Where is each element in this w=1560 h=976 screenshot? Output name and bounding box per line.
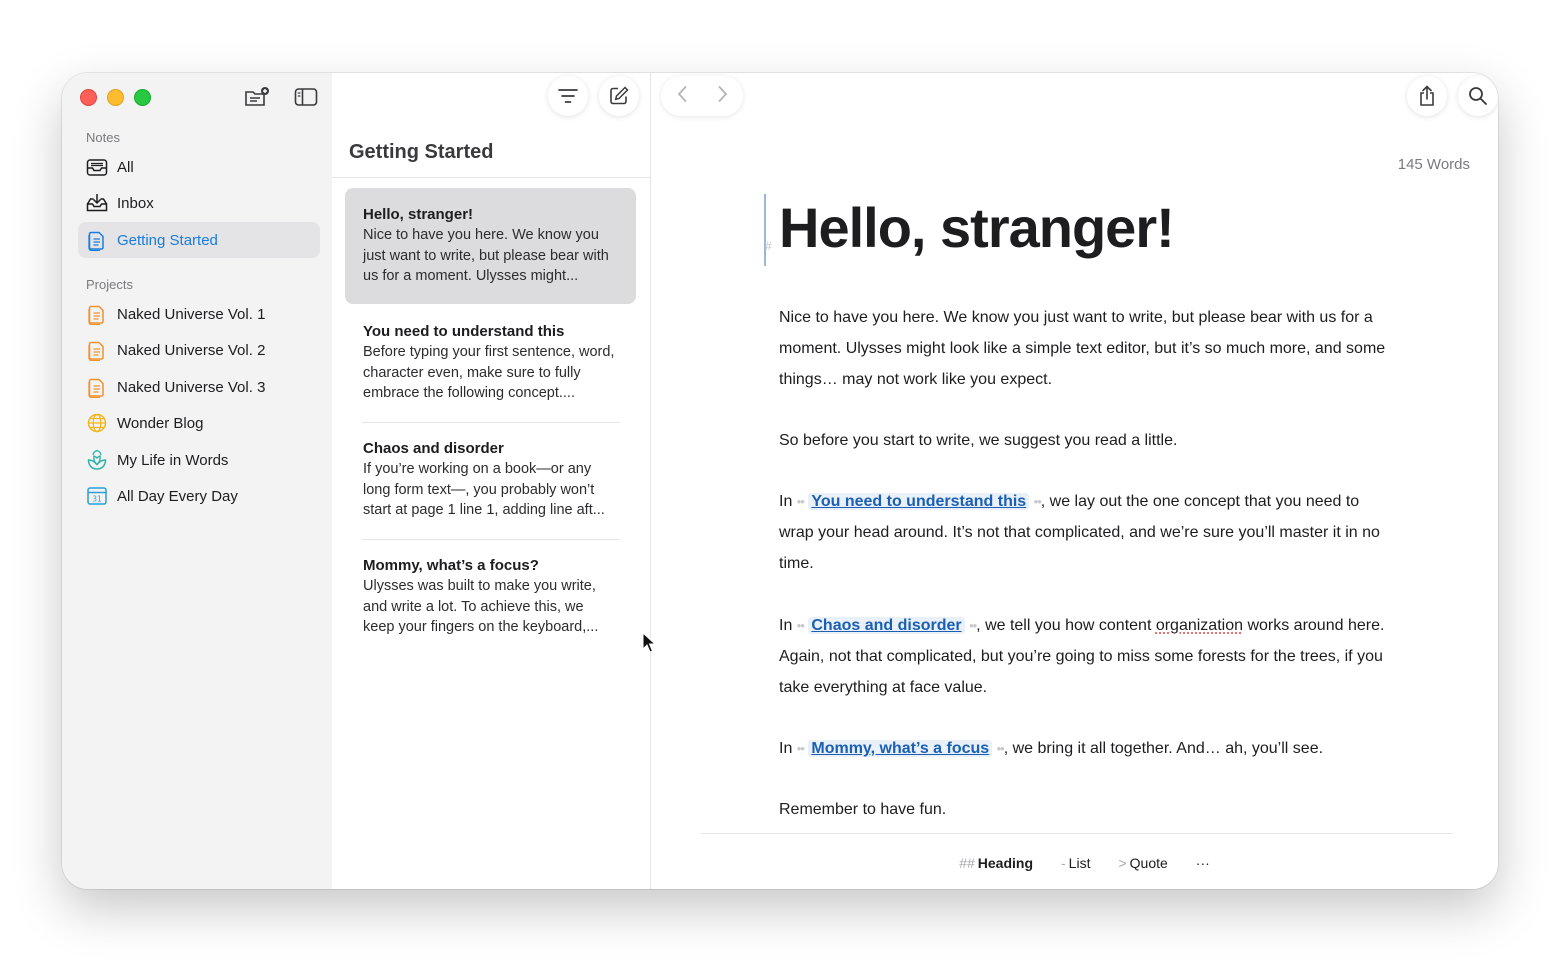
sheet-title: You need to understand this	[363, 323, 565, 340]
new-sheet-button[interactable]	[599, 76, 639, 116]
window-controls	[80, 89, 151, 106]
projects-section-label: Projects	[86, 277, 133, 292]
app-window: Notes All Inbox Getting Started Projects…	[62, 73, 1498, 889]
filter-icon	[558, 89, 578, 103]
close-window-button[interactable]	[80, 89, 97, 106]
sidebar-item-naked-universe-vol-2[interactable]: Naked Universe Vol. 2	[78, 332, 320, 368]
search-icon	[1469, 87, 1487, 105]
search-button[interactable]	[1458, 76, 1498, 116]
sidebar-item-all-day-every-day[interactable]: 31 All Day Every Day	[78, 478, 320, 514]
heading-button[interactable]: ## Heading	[959, 855, 1033, 871]
flower-icon	[86, 449, 108, 471]
paragraph[interactable]: Remember to have fun.	[779, 794, 1389, 825]
globe-icon	[86, 412, 108, 434]
paragraph[interactable]: In •• Mommy, what’s a focus ••, we bring…	[779, 733, 1389, 764]
sheet-list: Getting Started Hello, stranger! Nice to…	[332, 73, 651, 889]
sidebar-item-label: Naked Universe Vol. 3	[117, 378, 266, 396]
sheet-preview: Nice to have you here. We know you just …	[363, 227, 609, 284]
quote-button[interactable]: > Quote	[1118, 855, 1167, 871]
sidebar-item-wonder-blog[interactable]: Wonder Blog	[78, 405, 320, 441]
sheet-item[interactable]: You need to understand this Before typin…	[345, 305, 636, 421]
sheet-link[interactable]: Mommy, what’s a focus	[808, 740, 993, 757]
link-mark: ••	[1033, 494, 1042, 509]
inbox-icon	[86, 192, 108, 214]
divider	[701, 833, 1453, 834]
list-button[interactable]: - List	[1061, 855, 1090, 871]
sheet-preview: Before typing your first sentence, word,…	[363, 344, 615, 401]
calendar-icon: 31	[86, 485, 108, 507]
link-mark: ••	[796, 494, 805, 509]
sidebar-item-label: Inbox	[117, 194, 154, 212]
new-group-icon[interactable]	[244, 86, 270, 108]
sidebar-item-label: My Life in Words	[117, 451, 229, 469]
text: , we bring it all together. And… ah, you…	[1003, 740, 1324, 757]
notes-section-label: Notes	[86, 130, 120, 145]
sidebar-toggle-icon[interactable]	[293, 86, 319, 108]
markup-bar: ## Heading - List > Quote ···	[651, 855, 1498, 871]
share-icon	[1420, 85, 1434, 106]
forward-button[interactable]	[717, 85, 729, 108]
share-button[interactable]	[1407, 76, 1447, 116]
sheet-item[interactable]: Hello, stranger! Nice to have you here. …	[345, 188, 636, 304]
sheet-preview: If you’re working on a book—or any long …	[363, 461, 605, 518]
compose-icon	[610, 86, 629, 105]
sidebar-item-label: Naked Universe Vol. 1	[117, 305, 266, 323]
word-count[interactable]: 145 Words	[1398, 156, 1470, 173]
misspelled-word[interactable]: organization	[1156, 617, 1243, 634]
text: In	[779, 617, 797, 634]
sheet-title: Chaos and disorder	[363, 440, 504, 457]
paragraph[interactable]: In •• Chaos and disorder ••, we tell you…	[779, 610, 1389, 703]
sheet-title: Hello, stranger!	[363, 206, 474, 223]
sheet-item[interactable]: Mommy, what’s a focus? Ulysses was built…	[345, 539, 636, 655]
sheet-preview: Ulysses was built to make you write, and…	[363, 578, 599, 635]
sidebar: Notes All Inbox Getting Started Projects…	[62, 73, 333, 889]
text-cursor	[764, 194, 766, 266]
sheet-link[interactable]: You need to understand this	[808, 493, 1030, 510]
text: , we tell you how content	[976, 617, 1156, 634]
text: In	[779, 740, 797, 757]
sidebar-item-label: Wonder Blog	[117, 414, 204, 432]
filter-button[interactable]	[548, 76, 588, 116]
sidebar-item-label: All Day Every Day	[117, 487, 238, 505]
mouse-pointer-icon	[642, 631, 657, 659]
group-title: Getting Started	[349, 141, 494, 163]
sidebar-item-naked-universe-vol-3[interactable]: Naked Universe Vol. 3	[78, 369, 320, 405]
document-icon	[86, 376, 108, 398]
zoom-window-button[interactable]	[134, 89, 151, 106]
chevron-left-icon	[677, 85, 686, 102]
paragraph[interactable]: So before you start to write, we suggest…	[779, 425, 1389, 456]
document-icon	[86, 339, 108, 361]
sidebar-item-naked-universe-vol-1[interactable]: Naked Universe Vol. 1	[78, 296, 320, 332]
more-options-button[interactable]: ···	[1196, 855, 1210, 871]
heading-markup: #	[765, 239, 772, 253]
back-button[interactable]	[676, 85, 688, 108]
editor: 145 Words # Hello, stranger! Nice to hav…	[651, 73, 1498, 889]
calendar-day: 31	[92, 495, 102, 504]
text: In	[779, 493, 797, 510]
sheet-item[interactable]: Chaos and disorder If you’re working on …	[345, 422, 636, 538]
document-heading[interactable]: Hello, stranger!	[779, 195, 1175, 260]
chevron-right-icon	[718, 85, 727, 102]
document-icon	[86, 303, 108, 325]
minimize-window-button[interactable]	[107, 89, 124, 106]
sidebar-item-inbox[interactable]: Inbox	[78, 185, 320, 221]
sidebar-item-my-life-in-words[interactable]: My Life in Words	[78, 442, 320, 478]
navigation-buttons	[661, 76, 743, 116]
link-mark: ••	[796, 618, 805, 633]
paragraph[interactable]: In •• You need to understand this ••, we…	[779, 486, 1389, 579]
link-mark: ••	[996, 741, 1005, 756]
sidebar-item-all[interactable]: All	[78, 149, 320, 185]
sidebar-item-getting-started[interactable]: Getting Started	[78, 222, 320, 258]
sheet-link[interactable]: Chaos and disorder	[808, 617, 965, 634]
divider	[332, 177, 650, 178]
paragraph[interactable]: Nice to have you here. We know you just …	[779, 302, 1389, 395]
tray-icon	[86, 156, 108, 178]
sidebar-item-label: Getting Started	[117, 231, 218, 249]
sidebar-item-label: All	[117, 158, 134, 176]
link-mark: ••	[796, 741, 805, 756]
document-icon	[86, 229, 108, 251]
sheet-title: Mommy, what’s a focus?	[363, 557, 539, 574]
sidebar-item-label: Naked Universe Vol. 2	[117, 341, 266, 359]
